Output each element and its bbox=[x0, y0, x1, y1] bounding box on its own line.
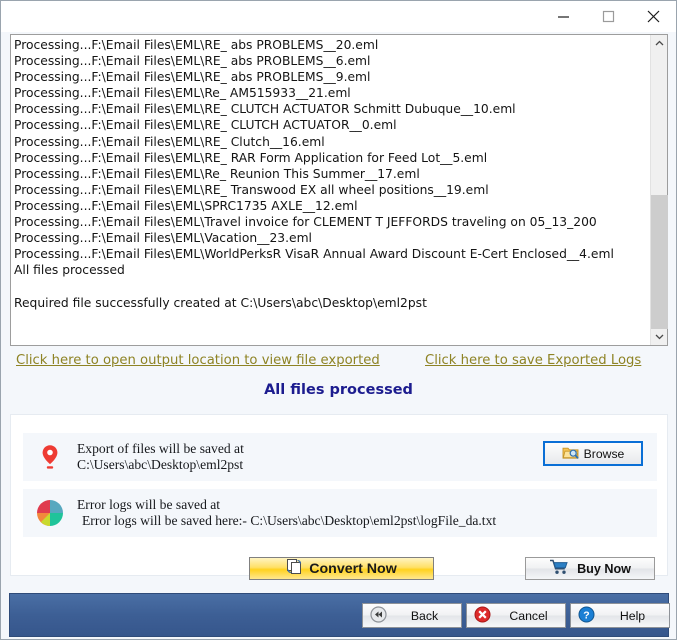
buy-now-button[interactable]: Buy Now bbox=[525, 557, 655, 580]
log-line: Processing...F:\Email Files\EML\Vacation… bbox=[14, 231, 312, 246]
log-line: Processing...F:\Email Files\EML\Re_ AM51… bbox=[14, 86, 351, 101]
log-line: Processing...F:\Email Files\EML\RE_ abs … bbox=[14, 70, 371, 85]
scroll-up-icon[interactable] bbox=[651, 35, 668, 52]
scroll-thumb[interactable] bbox=[651, 195, 668, 329]
footer-bar: Back Cancel ? Help bbox=[9, 593, 670, 637]
log-line: Required file successfully created at C:… bbox=[14, 295, 427, 310]
pie-chart-icon bbox=[23, 499, 77, 527]
log-line: Processing...F:\Email Files\EML\SPRC1735… bbox=[14, 198, 358, 213]
log-line: Processing...F:\Email Files\EML\RE_ RAR … bbox=[14, 150, 488, 165]
processing-log-text: Processing...F:\Email Files\EML\RE_ abs … bbox=[11, 35, 650, 345]
question-mark-icon: ? bbox=[578, 606, 595, 626]
log-line: Processing...F:\Email Files\EML\RE_ Tran… bbox=[14, 182, 489, 197]
export-location-row: Export of files will be saved at C:\User… bbox=[23, 433, 657, 481]
title-bar bbox=[1, 1, 676, 32]
folder-search-icon bbox=[562, 445, 579, 463]
log-line: Processing...F:\Email Files\EML\RE_ abs … bbox=[14, 38, 379, 52]
buy-now-label: Buy Now bbox=[577, 561, 631, 576]
log-line: Processing...F:\Email Files\EML\RE_ abs … bbox=[14, 54, 371, 69]
log-line: Processing...F:\Email Files\EML\RE_ CLUT… bbox=[14, 102, 516, 117]
back-button[interactable]: Back bbox=[362, 603, 462, 628]
scroll-down-icon[interactable] bbox=[651, 328, 668, 345]
error-log-line1: Error logs will be saved at bbox=[77, 496, 221, 512]
error-log-text: Error logs will be saved at Error logs w… bbox=[77, 497, 657, 530]
error-x-icon bbox=[474, 606, 491, 626]
settings-card: Export of files will be saved at C:\User… bbox=[10, 414, 668, 576]
rewind-icon bbox=[370, 605, 387, 626]
convert-now-button[interactable]: Convert Now bbox=[249, 557, 434, 580]
help-button-label: Help bbox=[619, 608, 646, 623]
log-line: Processing...F:\Email Files\EML\RE_ Clut… bbox=[14, 134, 325, 149]
shopping-cart-icon bbox=[549, 559, 569, 578]
log-line: Processing...F:\Email Files\EML\RE_ CLUT… bbox=[14, 118, 397, 133]
error-log-row: Error logs will be saved at Error logs w… bbox=[23, 489, 657, 537]
log-scrollbar[interactable] bbox=[650, 35, 668, 345]
save-exported-logs-link[interactable]: Click here to save Exported Logs bbox=[425, 353, 641, 368]
minimize-button[interactable] bbox=[541, 2, 586, 32]
back-button-label: Back bbox=[410, 608, 439, 623]
cancel-button-label: Cancel bbox=[509, 608, 548, 623]
log-line: Processing...F:\Email Files\EML\WorldPer… bbox=[14, 247, 614, 262]
svg-text:?: ? bbox=[583, 609, 589, 621]
browse-button[interactable]: Browse bbox=[543, 441, 643, 466]
log-line: Processing...F:\Email Files\EML\Re_ Reun… bbox=[14, 166, 420, 181]
maximize-button[interactable] bbox=[586, 2, 631, 32]
browse-button-label: Browse bbox=[583, 446, 625, 461]
status-text: All files processed bbox=[264, 382, 413, 398]
close-button[interactable] bbox=[631, 2, 676, 32]
copy-files-icon bbox=[286, 558, 303, 579]
links-row: Click here to open output location to vi… bbox=[1, 353, 676, 381]
location-pin-icon bbox=[23, 444, 77, 470]
open-output-location-link[interactable]: Click here to open output location to vi… bbox=[16, 353, 380, 368]
convert-now-label: Convert Now bbox=[309, 560, 397, 577]
help-button[interactable]: ? Help bbox=[570, 603, 670, 628]
log-line: Processing...F:\Email Files\EML\Travel i… bbox=[14, 215, 597, 230]
log-line: All files processed bbox=[14, 263, 125, 278]
error-log-line2: Error logs will be saved here:- C:\Users… bbox=[82, 513, 497, 528]
cancel-button[interactable]: Cancel bbox=[466, 603, 566, 628]
processing-log-panel[interactable]: Processing...F:\Email Files\EML\RE_ abs … bbox=[10, 34, 668, 346]
application-window: Processing...F:\Email Files\EML\RE_ abs … bbox=[0, 0, 677, 640]
log-line-blank bbox=[14, 278, 650, 294]
